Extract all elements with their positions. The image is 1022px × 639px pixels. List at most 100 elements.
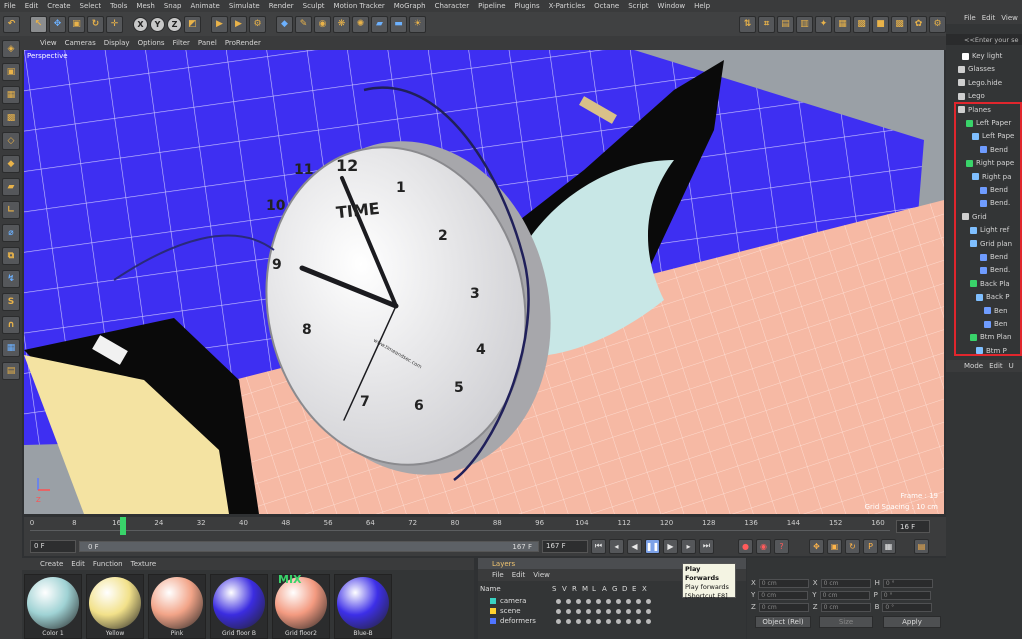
scale-tool-icon[interactable]: ▣ — [68, 15, 85, 33]
layer-toggle-icon[interactable] — [646, 598, 651, 604]
layer-toggle-icon[interactable] — [556, 618, 561, 624]
object-menu-item[interactable]: View — [1001, 14, 1018, 22]
rotate-tool-icon[interactable]: ↻ — [87, 15, 104, 33]
layer-toggle-icon[interactable] — [586, 608, 591, 614]
layer-toggle-icon[interactable] — [586, 618, 591, 624]
menu-item[interactable]: Window — [658, 2, 686, 10]
menu-item[interactable]: File — [4, 2, 16, 10]
menu-item[interactable]: Mesh — [136, 2, 154, 10]
layer-toggle-icon[interactable] — [576, 598, 581, 604]
layer-menu-item[interactable]: View — [533, 571, 550, 579]
layer-toggle-icon[interactable] — [596, 598, 601, 604]
render-settings-icon[interactable]: ⚙ — [249, 15, 266, 33]
coordinate-value-field[interactable]: 0 ° — [882, 578, 933, 588]
layer-toggle-icon[interactable] — [626, 608, 631, 614]
coordinate-value-field[interactable]: 0 cm — [820, 578, 871, 588]
menu-item[interactable]: Pipeline — [478, 2, 505, 10]
menu-item[interactable]: Create — [47, 2, 70, 10]
layer-toggle-icon[interactable] — [596, 608, 601, 614]
snap-icon[interactable]: ⇅ — [739, 15, 756, 33]
z-axis-toggle-icon[interactable]: Z — [167, 16, 182, 32]
previous-key-icon[interactable]: ◂ — [609, 538, 624, 554]
undo-icon[interactable]: ↶ — [3, 15, 20, 33]
viewport[interactable]: Z TIME www.timeandsec.com 12 1 2 3 4 5 6… — [24, 50, 944, 514]
menu-item[interactable]: X-Particles — [549, 2, 585, 10]
lock-icon[interactable]: ▤ — [2, 362, 20, 380]
end-frame-field[interactable]: 167 F — [542, 539, 588, 553]
attributes-menu-item[interactable]: U — [1009, 362, 1014, 370]
key-scale-icon[interactable]: ▣ — [827, 538, 842, 554]
polygons-mode-icon[interactable]: ▰ — [2, 178, 20, 196]
current-frame-field[interactable]: 16 F — [896, 520, 930, 533]
coordinate-value-field[interactable]: 0 cm — [758, 578, 809, 588]
coordinate-mode-dropdown[interactable]: Object (Rel) — [755, 616, 811, 628]
sculpt-icon[interactable]: S — [2, 293, 20, 311]
select-tool-icon[interactable]: ↖ — [30, 15, 47, 33]
xp-settings-icon[interactable]: ■ — [872, 15, 889, 33]
start-frame-field[interactable]: 0 F — [30, 539, 76, 553]
floor-icon[interactable]: ▰ — [371, 15, 388, 33]
layer-toggle-icon[interactable] — [606, 608, 611, 614]
timeline-window-icon[interactable]: ▤ — [914, 538, 929, 554]
layer-menu-item[interactable]: Edit — [512, 571, 526, 579]
menu-item[interactable]: MoGraph — [394, 2, 426, 10]
xp-emitter-icon[interactable]: ▩ — [853, 15, 870, 33]
layer-toggle-icon[interactable] — [556, 598, 561, 604]
object-search-input[interactable]: <<Enter your se — [946, 34, 1022, 45]
cloner-icon[interactable]: ❋ — [333, 15, 350, 33]
material-menu-item[interactable]: Function — [93, 560, 123, 568]
menu-item[interactable]: Plugins — [515, 2, 540, 10]
layout-icon[interactable]: ▤ — [777, 15, 794, 33]
layer-menu-item[interactable]: File — [492, 571, 504, 579]
layer-toggle-icon[interactable] — [556, 608, 561, 614]
layer-toggle-icon[interactable] — [616, 608, 621, 614]
menu-item[interactable]: Motion Tracker — [334, 2, 385, 10]
coordinate-value-field[interactable]: 0 ° — [882, 602, 933, 612]
viewport-menu-item[interactable]: Filter — [173, 39, 190, 47]
octane-icon[interactable]: ✦ — [815, 15, 832, 33]
workplane-mode-icon[interactable]: ▩ — [2, 109, 20, 127]
coordinate-value-field[interactable]: 0 ° — [880, 590, 931, 600]
go-to-end-icon[interactable]: ⏭ — [699, 538, 714, 554]
menu-item[interactable]: Edit — [25, 2, 39, 10]
layer-row[interactable]: scene — [478, 606, 746, 616]
workplane-icon[interactable]: ⌗ — [758, 15, 775, 33]
texture-mode-icon[interactable]: ▦ — [2, 86, 20, 104]
key-parameter-icon[interactable]: P — [863, 538, 878, 554]
material-swatch[interactable]: Color 1 — [24, 574, 82, 639]
material-swatch[interactable]: Pink — [148, 574, 206, 639]
coordinate-system-icon[interactable]: ◩ — [184, 15, 201, 33]
make-editable-icon[interactable]: ◈ — [2, 40, 20, 58]
layer-toggle-icon[interactable] — [626, 618, 631, 624]
play-forwards-icon[interactable]: ❚❚ — [645, 538, 660, 554]
cube-object-icon[interactable]: ◆ — [276, 15, 293, 33]
apply-button[interactable]: Apply — [883, 616, 941, 628]
layer-toggle-icon[interactable] — [566, 598, 571, 604]
render-view-icon[interactable]: ▶ — [211, 15, 228, 33]
material-swatch[interactable]: Yellow — [86, 574, 144, 639]
key-rotation-icon[interactable]: ↻ — [845, 538, 860, 554]
menu-item[interactable]: Animate — [190, 2, 219, 10]
plugin-icon[interactable]: ▩ — [891, 15, 908, 33]
record-icon[interactable]: ● — [738, 538, 753, 554]
x-axis-toggle-icon[interactable]: X — [133, 16, 148, 32]
y-axis-toggle-icon[interactable]: Y — [150, 16, 165, 32]
layer-toggle-icon[interactable] — [596, 618, 601, 624]
axis-mode-icon[interactable]: ∟ — [2, 201, 20, 219]
menu-item[interactable]: Character — [435, 2, 470, 10]
go-to-start-icon[interactable]: ⏮ — [591, 538, 606, 554]
snap-settings-icon[interactable]: ↯ — [2, 270, 20, 288]
object-tree-item[interactable]: Glasses — [946, 63, 995, 75]
coordinate-value-field[interactable]: 0 cm — [819, 590, 870, 600]
menu-item[interactable]: Snap — [164, 2, 182, 10]
timeline-cursor[interactable] — [120, 517, 126, 535]
layer-row[interactable]: deformers — [478, 616, 746, 626]
render-region-icon[interactable]: ▥ — [796, 15, 813, 33]
layer-toggle-icon[interactable] — [566, 618, 571, 624]
layer-toggle-icon[interactable] — [586, 598, 591, 604]
menu-item[interactable]: Octane — [594, 2, 619, 10]
material-menu-item[interactable]: Texture — [131, 560, 157, 568]
layer-toggle-icon[interactable] — [606, 598, 611, 604]
autokey-icon[interactable]: ◉ — [756, 538, 771, 554]
menu-item[interactable]: Script — [628, 2, 648, 10]
